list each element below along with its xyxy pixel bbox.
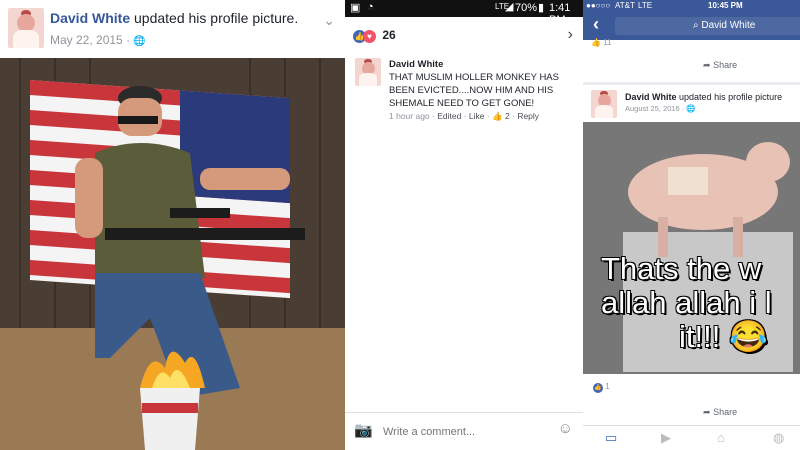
post-title: David White updated his profile picture [625, 92, 782, 102]
edited-label[interactable]: Edited [437, 111, 461, 121]
globe-icon: 🌐 [133, 36, 146, 47]
globe-nav-icon[interactable]: ◍ [773, 430, 784, 446]
battery-icon: ▮ [538, 2, 545, 14]
avatar[interactable] [591, 90, 617, 118]
comment-composer: 📷 ☺ [345, 412, 583, 450]
post-meta: May 22, 2015 · 🌐 [50, 33, 146, 47]
like-icon: 👍 [593, 383, 603, 393]
comment-text: THAT MUSLIM HOLLER MONKEY HAS BEEN EVICT… [389, 72, 559, 109]
love-reaction-icon: ♥ [363, 30, 376, 43]
top-bar: ●●○○○ AT&T LTE 10:45 PM ‹ ⌕ David White [583, 0, 800, 40]
share-button[interactable]: ➦ Share [703, 407, 737, 418]
post-date[interactable]: May 22, 2015 [50, 33, 123, 47]
carrier: AT&T [615, 1, 635, 10]
meme-line-1: Thats the w [601, 251, 762, 286]
signal-icon: ◢ [505, 1, 514, 13]
post-panel-right: ●●○○○ AT&T LTE 10:45 PM ‹ ⌕ David White … [583, 0, 800, 450]
wifi-icon: ◔ [367, 1, 374, 13]
post-action: updated his profile picture. [134, 10, 299, 26]
comment-input[interactable] [381, 421, 550, 443]
video-icon[interactable]: ▶ [661, 430, 671, 446]
chevron-down-icon[interactable]: ⌄ [323, 12, 335, 29]
search-text: David White [701, 20, 756, 31]
network: LTE [638, 1, 653, 10]
author-name[interactable]: David White [50, 10, 130, 26]
reactions-row[interactable]: 👍 ♥ 26 [353, 28, 396, 46]
like-row: 👍 1 [593, 382, 610, 393]
clock: 1:41 PM [549, 2, 571, 26]
post-meta: August 25, 2016 · 🌐 [625, 104, 696, 113]
photo-icon: ▣ [350, 2, 361, 14]
share-label: Share [713, 407, 738, 417]
post-panel-left: David White updated his profile picture.… [0, 0, 346, 450]
meme-line-2: allah allah i l [601, 285, 772, 320]
comment-avatar[interactable] [355, 58, 381, 86]
comment-time[interactable]: 1 hour ago [389, 111, 430, 121]
search-icon: ⌕ [693, 20, 699, 31]
thumbs-up-icon: 👍 [492, 111, 503, 121]
battery-percent: 70% [515, 2, 538, 14]
post-title: David White updated his profile picture. [50, 10, 298, 26]
meme-caption: Thats the w allah allah i l it!!! 😂 [601, 252, 800, 354]
signal-dots-icon: ●●○○○ [586, 1, 611, 10]
comment-body: David White THAT MUSLIM HOLLER MONKEY HA… [389, 58, 575, 110]
share-icon: ➦ [703, 60, 711, 70]
author-name[interactable]: David White [625, 92, 677, 102]
post-date[interactable]: August 25, 2016 [625, 104, 680, 113]
share-button[interactable]: ➦ Share [703, 60, 737, 71]
meme-image[interactable]: Thats the w allah allah i l it!!! 😂 [583, 122, 800, 374]
reply-button[interactable]: Reply [517, 111, 539, 121]
previous-post-footer: 👍 11 ➦ Share [583, 38, 800, 82]
back-icon[interactable]: ‹ [593, 14, 599, 35]
comment-author[interactable]: David White [389, 58, 575, 71]
top-like-row: 👍 11 [591, 38, 612, 47]
post-action: updated his profile picture [679, 92, 783, 102]
news-feed-icon[interactable]: ▭ [605, 430, 617, 446]
marketplace-icon[interactable]: ⌂ [717, 430, 725, 445]
camera-icon[interactable]: 📷 [354, 421, 373, 439]
like-icon: 👍 [591, 38, 601, 47]
comment-panel-middle: ▣ ◔ LTE ◢ 70% ▮ 1:41 PM 👍 ♥ 26 › David Wh… [345, 0, 584, 450]
bottom-nav: ▭ ▶ ⌂ ◍ [583, 425, 800, 450]
globe-icon: 🌐 [686, 104, 696, 113]
top-like-count: 11 [603, 38, 612, 47]
like-button[interactable]: Like [469, 111, 485, 121]
photo-illustration [0, 58, 345, 450]
status-bar: ▣ ◔ LTE ◢ 70% ▮ 1:41 PM [345, 0, 583, 26]
like-count: 1 [605, 382, 610, 391]
clock: 10:45 PM [708, 1, 743, 10]
comment-actions: 1 hour ago · Edited · Like · 👍 2 · Reply [389, 111, 540, 121]
comment-like-count: 2 [505, 111, 510, 121]
avatar[interactable] [8, 8, 44, 48]
emoji-icon[interactable]: ☺ [558, 420, 573, 437]
share-label: Share [713, 60, 738, 70]
post-card: David White updated his profile picture … [583, 85, 800, 450]
status-row: ●●○○○ AT&T LTE 10:45 PM [583, 0, 800, 12]
reaction-count: 26 [382, 28, 396, 42]
share-icon: ➦ [703, 407, 711, 417]
search-box[interactable]: ⌕ David White [615, 17, 800, 35]
meme-line-3: it!!! 😂 [679, 319, 768, 354]
post-header: David White updated his profile picture.… [0, 0, 345, 58]
profile-photo[interactable] [0, 58, 345, 450]
chevron-right-icon[interactable]: › [568, 26, 573, 44]
